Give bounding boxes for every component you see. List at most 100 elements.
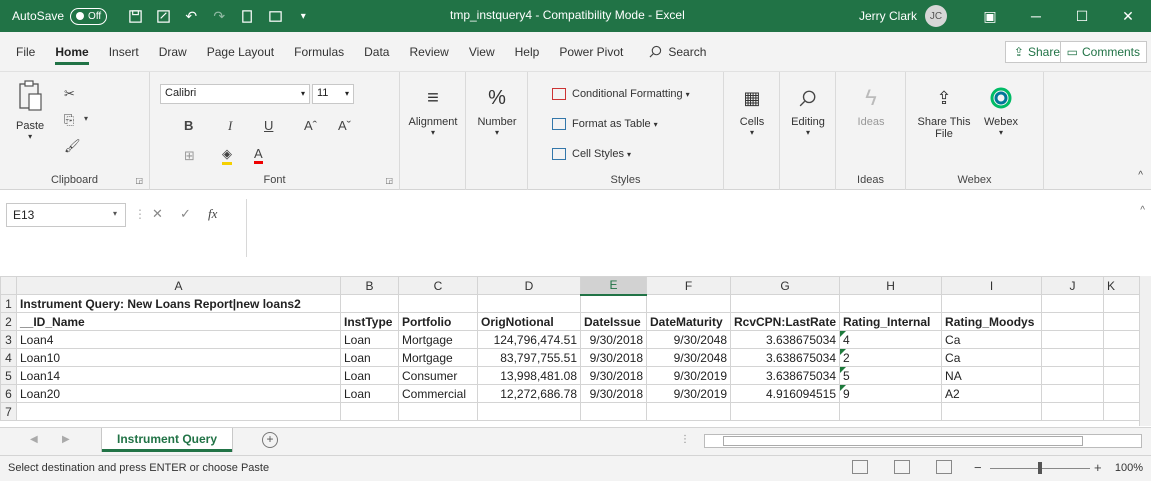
cell[interactable]: Instrument Query: New Loans Report|new l… xyxy=(16,294,341,313)
select-all-corner[interactable] xyxy=(0,276,17,295)
cell[interactable] xyxy=(1041,330,1105,349)
row-header[interactable]: 2 xyxy=(0,312,17,331)
font-size-select[interactable]: 11 ▾ xyxy=(312,84,354,104)
tab-home[interactable]: Home xyxy=(45,38,98,66)
tab-draw[interactable]: Draw xyxy=(149,38,197,66)
cell[interactable] xyxy=(1103,330,1142,349)
cell[interactable]: 9 xyxy=(839,384,943,403)
cell[interactable]: 13,998,481.08 xyxy=(477,366,581,385)
column-header[interactable]: C xyxy=(398,276,478,295)
zoom-level[interactable]: 100% xyxy=(1115,462,1143,474)
cell[interactable] xyxy=(1103,384,1142,403)
borders-icon[interactable]: ⊞ xyxy=(184,148,195,164)
cell[interactable]: 9/30/2018 xyxy=(580,348,647,367)
cell[interactable]: Loan20 xyxy=(16,384,341,403)
cell[interactable]: Loan xyxy=(340,330,399,349)
editing-button[interactable]: Editing ▾ xyxy=(782,84,834,137)
webex-button[interactable]: Webex ▾ xyxy=(976,84,1026,137)
cell[interactable]: 9/30/2048 xyxy=(646,348,731,367)
redo-icon[interactable]: ↷ xyxy=(205,2,233,30)
save-icon[interactable] xyxy=(121,2,149,30)
row-header[interactable]: 5 xyxy=(0,366,17,385)
cell[interactable]: 9/30/2048 xyxy=(646,330,731,349)
form-icon[interactable] xyxy=(149,2,177,30)
autosave-toggle[interactable]: Off xyxy=(70,7,108,25)
cell[interactable] xyxy=(646,294,731,313)
fill-color-icon[interactable]: ◈ xyxy=(222,146,232,165)
cell[interactable] xyxy=(1041,348,1105,367)
cell[interactable]: InstType xyxy=(340,312,399,331)
cut-icon[interactable]: ✂ xyxy=(64,86,75,102)
zoom-in-icon[interactable]: + xyxy=(1094,460,1102,475)
cell[interactable]: Portfolio xyxy=(398,312,478,331)
cell[interactable] xyxy=(340,402,399,421)
cell[interactable]: 3.638675034 xyxy=(729,366,841,385)
cell[interactable]: 9/30/2018 xyxy=(580,330,647,349)
ribbon-display-icon[interactable]: ▣ xyxy=(967,0,1013,32)
cell[interactable] xyxy=(1041,366,1105,385)
cell[interactable] xyxy=(1103,294,1142,313)
increase-font-icon[interactable]: Aˆ xyxy=(304,118,317,133)
comments-button[interactable]: ▭ Comments xyxy=(1059,41,1147,63)
cell[interactable] xyxy=(340,294,399,313)
user-name[interactable]: Jerry Clark xyxy=(859,9,917,23)
worksheet-grid[interactable]: A B C D E F G H I J K 1 Instrument Query… xyxy=(0,276,1151,426)
cell[interactable] xyxy=(839,294,943,313)
cell[interactable]: Loan xyxy=(340,348,399,367)
column-header[interactable]: F xyxy=(646,276,731,295)
column-header[interactable]: K xyxy=(1103,276,1142,295)
next-sheet-icon[interactable]: ▶ xyxy=(62,434,70,445)
cell[interactable]: Loan4 xyxy=(16,330,341,349)
sheet-tab-instrument-query[interactable]: Instrument Query xyxy=(102,428,232,452)
column-header[interactable]: J xyxy=(1041,276,1105,295)
copy-icon[interactable]: ⎘ xyxy=(64,112,74,128)
cell[interactable]: 83,797,755.51 xyxy=(477,348,581,367)
cell[interactable] xyxy=(580,294,647,313)
tab-formulas[interactable]: Formulas xyxy=(284,38,354,66)
cell[interactable] xyxy=(1103,366,1142,385)
cell[interactable]: 9/30/2019 xyxy=(646,366,731,385)
cell[interactable]: 3.638675034 xyxy=(729,330,841,349)
alignment-button[interactable]: ≡ Alignment ▾ xyxy=(402,84,464,138)
cell[interactable]: RcvCPN:LastRate xyxy=(729,312,841,331)
enter-icon[interactable]: ✓ xyxy=(180,206,191,222)
font-launcher-icon[interactable]: ◲ xyxy=(385,176,393,185)
copy-dropdown-icon[interactable]: ▾ xyxy=(84,114,88,123)
cell[interactable] xyxy=(1041,384,1105,403)
cell[interactable] xyxy=(398,402,478,421)
column-header[interactable]: B xyxy=(340,276,399,295)
cell[interactable]: 2 xyxy=(839,348,943,367)
collapse-ribbon-icon[interactable]: ^ xyxy=(1138,170,1143,181)
cell[interactable]: __ID_Name xyxy=(16,312,341,331)
cell[interactable]: 124,796,474.51 xyxy=(477,330,581,349)
maximize-icon[interactable]: ☐ xyxy=(1059,0,1105,32)
conditional-formatting-button[interactable]: Conditional Formatting ▾ xyxy=(552,88,690,100)
cell[interactable]: OrigNotional xyxy=(477,312,581,331)
cell[interactable]: Ca xyxy=(941,348,1043,367)
tab-data[interactable]: Data xyxy=(354,38,399,66)
minimize-icon[interactable]: ─ xyxy=(1013,0,1059,32)
format-as-table-button[interactable]: Format as Table ▾ xyxy=(552,118,658,130)
cell[interactable]: Rating_Internal xyxy=(839,312,943,331)
tab-insert[interactable]: Insert xyxy=(99,38,149,66)
formula-input[interactable] xyxy=(246,199,1131,257)
sheet-bar-splitter-icon[interactable]: ⋮ xyxy=(680,434,690,445)
cell[interactable]: DateMaturity xyxy=(646,312,731,331)
search-box[interactable]: Search xyxy=(649,45,706,59)
avatar[interactable]: JC xyxy=(925,5,947,27)
cell[interactable] xyxy=(1103,312,1142,331)
cell[interactable]: Commercial xyxy=(398,384,478,403)
row-header[interactable]: 3 xyxy=(0,330,17,349)
zoom-thumb[interactable] xyxy=(1038,462,1042,474)
tab-review[interactable]: Review xyxy=(399,38,458,66)
cell[interactable] xyxy=(941,402,1043,421)
cell[interactable]: Rating_Moodys xyxy=(941,312,1043,331)
undo-icon[interactable]: ↶ xyxy=(177,2,205,30)
horizontal-scroll-thumb[interactable] xyxy=(723,436,1083,446)
column-header[interactable]: G xyxy=(729,276,841,295)
tab-file[interactable]: File xyxy=(6,38,45,66)
row-header[interactable]: 6 xyxy=(0,384,17,403)
column-header[interactable]: E xyxy=(580,276,647,296)
cell[interactable] xyxy=(729,294,841,313)
cell[interactable]: NA xyxy=(941,366,1043,385)
